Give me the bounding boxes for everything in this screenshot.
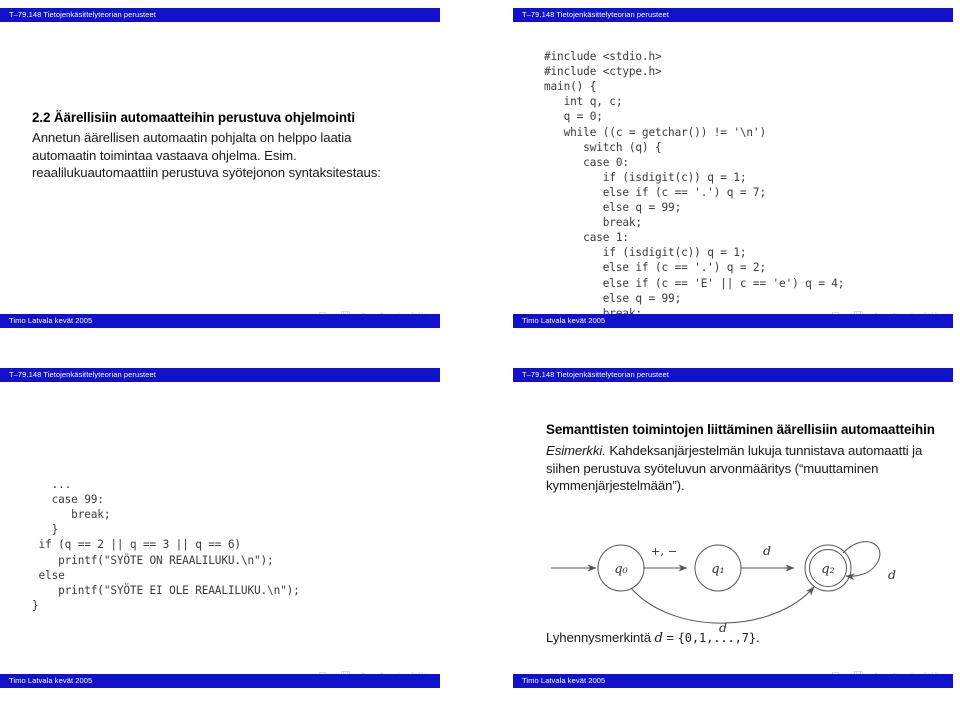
transition-q0-q1-label: +, − (651, 544, 678, 558)
slide-header-title: T–79.148 Tietojenkäsittelyteorian perust… (522, 10, 669, 19)
c-code-listing: ... case 99: break; } if (q == 2 || q ==… (32, 478, 300, 612)
slide-footer-bar: Timo Latvala kevät 2005 (513, 674, 953, 688)
slide-header-bar: T–79.148 Tietojenkäsittelyteorian perust… (513, 8, 953, 22)
state-q2-label: q₂ (821, 562, 835, 577)
caption-lead: Lyhennysmerkintä (546, 630, 655, 645)
slide-header-bar: T–79.148 Tietojenkäsittelyteorian perust… (0, 8, 440, 22)
slide-footer-bar: Timo Latvala kevät 2005 (0, 314, 440, 328)
slide-header-bar: T–79.148 Tietojenkäsittelyteorian perust… (0, 368, 440, 382)
section-paragraph: Esimerkki. Kahdeksanjärjestelmän lukuja … (546, 442, 938, 495)
automaton-svg: q₀ +, − q₁ d q₂ d d (551, 541, 896, 635)
slide-header-title: T–79.148 Tietojenkäsittelyteorian perust… (9, 370, 156, 379)
section-paragraph: Annetun äärellisen automaatin pohjalta o… (32, 130, 381, 180)
slide-body: Semanttisten toimintojen liittäminen äär… (513, 382, 953, 679)
slide-text-block: Semanttisten toimintojen liittäminen äär… (546, 421, 938, 495)
caption-equals: = (662, 630, 678, 645)
slide-bottom-right: T–79.148 Tietojenkäsittelyteorian perust… (513, 368, 953, 688)
caption-set: {0,1,...,7} (677, 631, 756, 645)
slide-handout-page: T–79.148 Tietojenkäsittelyteorian perust… (0, 0, 960, 701)
caption-symbol: d (654, 631, 663, 646)
slide-header-title: T–79.148 Tietojenkäsittelyteorian perust… (9, 10, 156, 19)
automaton-figure: q₀ +, − q₁ d q₂ d d (543, 524, 928, 646)
slide-body: 2.2 Äärellisiin automaatteihin perustuva… (0, 22, 440, 319)
slide-body: ... case 99: break; } if (q == 2 || q ==… (0, 382, 440, 679)
example-lead: Esimerkki. (546, 443, 606, 458)
state-q0-label: q₀ (614, 562, 628, 577)
section-heading: 2.2 Äärellisiin automaatteihin perustuva… (32, 110, 355, 125)
slide-body: #include <stdio.h> #include <ctype.h> ma… (513, 22, 953, 320)
slide-footer-text: Timo Latvala kevät 2005 (9, 676, 93, 685)
state-q1-label: q₁ (711, 562, 725, 577)
transition-q1-q2-label: d (763, 543, 771, 558)
transition-q2-q2-label: d (888, 567, 896, 582)
slide-bottom-left: T–79.148 Tietojenkäsittelyteorian perust… (0, 368, 440, 688)
slide-top-left: T–79.148 Tietojenkäsittelyteorian perust… (0, 8, 440, 328)
slide-footer-bar: Timo Latvala kevät 2005 (513, 314, 953, 328)
slide-footer-text: Timo Latvala kevät 2005 (522, 676, 606, 685)
c-code-listing: #include <stdio.h> #include <ctype.h> ma… (544, 50, 845, 320)
caption-period: . (755, 630, 760, 645)
slide-text-block: 2.2 Äärellisiin automaatteihin perustuva… (32, 109, 412, 182)
transition-q2-q2-loop (842, 541, 881, 581)
transition-q0-q2-arrow (630, 586, 815, 624)
slide-header-bar: T–79.148 Tietojenkäsittelyteorian perust… (513, 368, 953, 382)
section-heading: Semanttisten toimintojen liittäminen äär… (546, 422, 935, 437)
slide-footer-text: Timo Latvala kevät 2005 (9, 316, 93, 325)
slide-footer-text: Timo Latvala kevät 2005 (522, 316, 606, 325)
slide-footer-bar: Timo Latvala kevät 2005 (0, 674, 440, 688)
slide-top-right: T–79.148 Tietojenkäsittelyteorian perust… (513, 8, 953, 328)
figure-caption: Lyhennysmerkintä d = {0,1,...,7}. (546, 630, 760, 646)
slide-header-title: T–79.148 Tietojenkäsittelyteorian perust… (522, 370, 669, 379)
